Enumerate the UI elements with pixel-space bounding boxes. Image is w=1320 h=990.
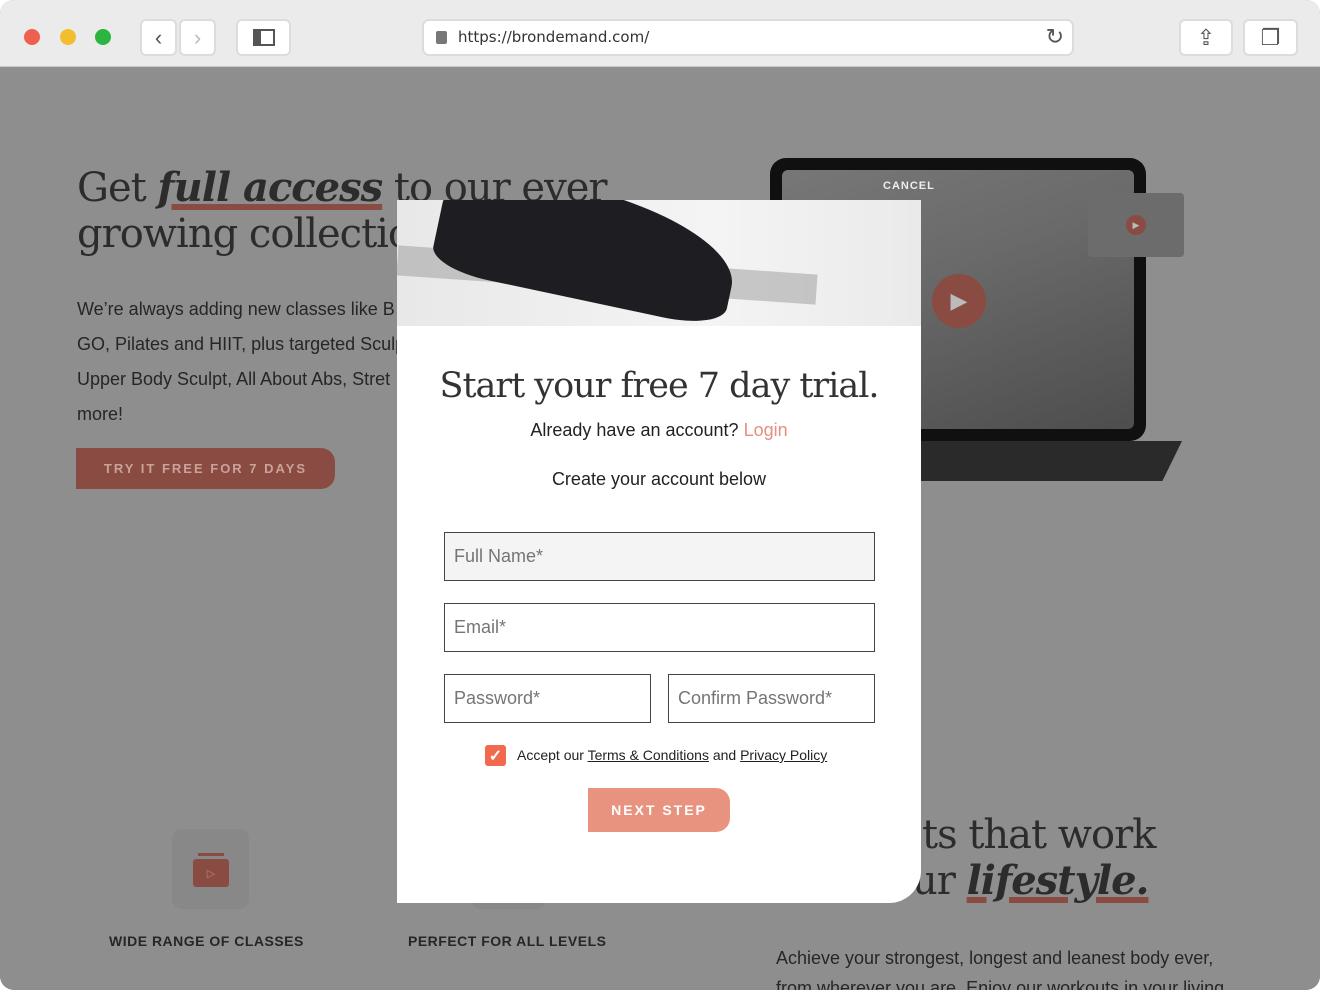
play-icon: ▶ [932, 274, 986, 328]
feature-label: PERFECT FOR ALL LEVELS [408, 933, 607, 949]
section-paragraph: Achieve your strongest, longest and lean… [776, 948, 1225, 990]
chevron-left-icon: ‹ [154, 24, 163, 50]
sidebar-toggle-button[interactable] [236, 19, 291, 56]
minimize-window-button[interactable] [60, 29, 76, 45]
modal-hero-image [397, 200, 921, 326]
close-window-button[interactable] [24, 29, 40, 45]
create-account-label: Create your account below [551, 469, 767, 489]
play-icon: ▶ [1126, 215, 1146, 235]
share-icon: ⇪ [1196, 24, 1216, 50]
login-link[interactable]: Login [744, 420, 788, 440]
tabs-icon: ❐ [1260, 24, 1281, 50]
modal-title: Start your free 7 day trial. [439, 366, 879, 406]
try-free-button[interactable]: TRY IT FREE FOR 7 DAYS [76, 448, 335, 489]
checkmark-icon: ✓ [488, 747, 503, 765]
privacy-link[interactable]: Privacy Policy [740, 747, 827, 763]
classes-feature-icon: ▷ [172, 829, 249, 909]
email-input[interactable] [444, 603, 875, 652]
address-bar[interactable]: https://brondemand.com/ ↻ [422, 19, 1074, 56]
chevron-right-icon: › [193, 24, 202, 50]
url-text: https://brondemand.com/ [458, 28, 650, 46]
browser-toolbar: ‹ › https://brondemand.com/ ↻ ⇪ ❐ [0, 0, 1320, 67]
page-content: Get full access to our ever growing colle… [0, 67, 1320, 990]
share-button[interactable]: ⇪ [1179, 19, 1233, 56]
accept-terms-checkbox[interactable]: ✓ [485, 745, 506, 766]
browser-window: ‹ › https://brondemand.com/ ↻ ⇪ ❐ Get fu… [0, 0, 1320, 990]
cancel-label: CANCEL [883, 180, 935, 192]
maximize-window-button[interactable] [95, 29, 111, 45]
login-prompt: Already have an account? Login [530, 420, 788, 440]
terms-link[interactable]: Terms & Conditions [588, 747, 709, 763]
sidebar-icon [252, 29, 275, 46]
hero-paragraph: We’re always adding new classes like B GO… [77, 299, 406, 424]
reload-icon[interactable]: ↻ [1046, 21, 1064, 54]
back-button[interactable]: ‹ [140, 19, 177, 56]
accept-terms-label: Accept our Terms & Conditions and Privac… [517, 747, 828, 763]
tabs-button[interactable]: ❐ [1243, 19, 1298, 56]
feature-label: WIDE RANGE OF CLASSES [109, 933, 304, 949]
next-step-button[interactable]: NEXT STEP [588, 788, 730, 832]
signup-modal: Start your free 7 day trial. Already hav… [397, 200, 921, 903]
section-title: ts that work ur lifestyle. [912, 812, 1156, 904]
password-input[interactable] [444, 674, 651, 723]
full-name-input[interactable] [444, 532, 875, 581]
lock-icon [436, 31, 447, 44]
video-thumbnail: ▶ [1088, 193, 1184, 257]
confirm-password-input[interactable] [668, 674, 875, 723]
forward-button[interactable]: › [179, 19, 216, 56]
